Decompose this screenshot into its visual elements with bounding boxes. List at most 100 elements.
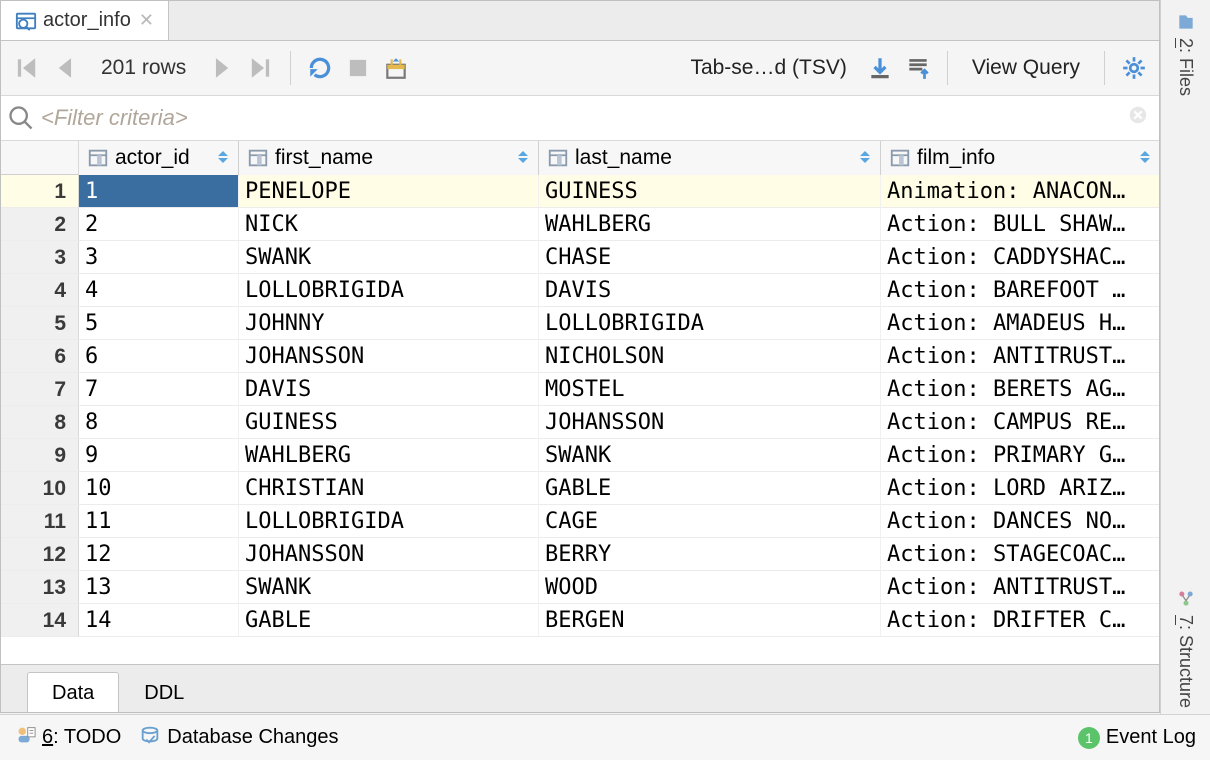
cell-first-name[interactable]: GABLE <box>239 604 539 637</box>
cell-first-name[interactable]: PENELOPE <box>239 175 539 208</box>
cell-first-name[interactable]: JOHANSSON <box>239 538 539 571</box>
cell-film-info[interactable]: Action: CAMPUS RE… <box>881 406 1159 439</box>
cell-last-name[interactable]: CAGE <box>539 505 881 538</box>
clear-filter-icon[interactable] <box>1127 104 1149 132</box>
tool-window-files[interactable]: 2: Files <box>1171 6 1200 102</box>
table-row[interactable]: 11PENELOPEGUINESSAnimation: ANACON… <box>1 175 1159 208</box>
first-page-button[interactable] <box>9 51 43 85</box>
prev-page-button[interactable] <box>47 51 81 85</box>
cell-last-name[interactable]: DAVIS <box>539 274 881 307</box>
cell-actor-id[interactable]: 1 <box>79 175 239 208</box>
sort-toggle-icon[interactable] <box>216 151 230 165</box>
cell-first-name[interactable]: SWANK <box>239 571 539 604</box>
cell-actor-id[interactable]: 11 <box>79 505 239 538</box>
row-number[interactable]: 14 <box>1 604 79 637</box>
row-number[interactable]: 12 <box>1 538 79 571</box>
cell-first-name[interactable]: JOHNNY <box>239 307 539 340</box>
cell-actor-id[interactable]: 13 <box>79 571 239 604</box>
cell-actor-id[interactable]: 4 <box>79 274 239 307</box>
refresh-button[interactable] <box>303 51 337 85</box>
row-number[interactable]: 10 <box>1 472 79 505</box>
cell-last-name[interactable]: CHASE <box>539 241 881 274</box>
column-header-first-name[interactable]: first_name <box>239 141 539 175</box>
view-query-button[interactable]: View Query <box>960 56 1092 80</box>
cell-first-name[interactable]: LOLLOBRIGIDA <box>239 505 539 538</box>
cell-film-info[interactable]: Action: BAREFOOT … <box>881 274 1159 307</box>
cell-last-name[interactable]: MOSTEL <box>539 373 881 406</box>
table-row[interactable]: 55JOHNNYLOLLOBRIGIDAAction: AMADEUS H… <box>1 307 1159 340</box>
cell-first-name[interactable]: LOLLOBRIGIDA <box>239 274 539 307</box>
sort-toggle-icon[interactable] <box>858 151 872 165</box>
settings-button[interactable] <box>1117 51 1151 85</box>
editor-tab-actor-info[interactable]: actor_info ✕ <box>1 1 169 40</box>
bottom-tab-data[interactable]: Data <box>27 672 119 712</box>
cell-actor-id[interactable]: 10 <box>79 472 239 505</box>
cell-film-info[interactable]: Action: CADDYSHAC… <box>881 241 1159 274</box>
row-number[interactable]: 8 <box>1 406 79 439</box>
row-number[interactable]: 2 <box>1 208 79 241</box>
cell-film-info[interactable]: Action: STAGECOAC… <box>881 538 1159 571</box>
cell-first-name[interactable]: JOHANSSON <box>239 340 539 373</box>
result-grid[interactable]: actor_id first_name last_name film_info … <box>1 141 1159 664</box>
cell-film-info[interactable]: Action: PRIMARY G… <box>881 439 1159 472</box>
table-row[interactable]: 77DAVISMOSTELAction: BERETS AG… <box>1 373 1159 406</box>
cell-first-name[interactable]: DAVIS <box>239 373 539 406</box>
row-number[interactable]: 4 <box>1 274 79 307</box>
table-row[interactable]: 1212JOHANSSONBERRYAction: STAGECOAC… <box>1 538 1159 571</box>
column-header-last-name[interactable]: last_name <box>539 141 881 175</box>
export-format-selector[interactable]: Tab-se…d (TSV) <box>678 56 858 80</box>
cell-last-name[interactable]: BERRY <box>539 538 881 571</box>
cell-actor-id[interactable]: 8 <box>79 406 239 439</box>
cell-first-name[interactable]: WAHLBERG <box>239 439 539 472</box>
table-row[interactable]: 66JOHANSSONNICHOLSONAction: ANTITRUST… <box>1 340 1159 373</box>
cell-last-name[interactable]: GABLE <box>539 472 881 505</box>
cell-film-info[interactable]: Action: DRIFTER C… <box>881 604 1159 637</box>
cell-last-name[interactable]: NICHOLSON <box>539 340 881 373</box>
cell-actor-id[interactable]: 12 <box>79 538 239 571</box>
cell-film-info[interactable]: Action: LORD ARIZ… <box>881 472 1159 505</box>
tool-window-structure[interactable]: 7: Structure <box>1171 583 1200 714</box>
cell-last-name[interactable]: WOOD <box>539 571 881 604</box>
cell-actor-id[interactable]: 5 <box>79 307 239 340</box>
cell-actor-id[interactable]: 3 <box>79 241 239 274</box>
row-number-header[interactable] <box>1 141 79 175</box>
cell-first-name[interactable]: CHRISTIAN <box>239 472 539 505</box>
table-row[interactable]: 1111LOLLOBRIGIDACAGEAction: DANCES NO… <box>1 505 1159 538</box>
row-number[interactable]: 1 <box>1 175 79 208</box>
status-todo[interactable]: 6: TODO <box>14 724 121 752</box>
cell-actor-id[interactable]: 7 <box>79 373 239 406</box>
cell-actor-id[interactable]: 6 <box>79 340 239 373</box>
status-event-log[interactable]: 1 Event Log <box>1078 726 1196 749</box>
cell-actor-id[interactable]: 14 <box>79 604 239 637</box>
filter-input[interactable] <box>41 105 1127 131</box>
cell-last-name[interactable]: SWANK <box>539 439 881 472</box>
table-row[interactable]: 22NICKWAHLBERGAction: BULL SHAW… <box>1 208 1159 241</box>
cell-film-info[interactable]: Animation: ANACON… <box>881 175 1159 208</box>
table-row[interactable]: 33SWANKCHASEAction: CADDYSHAC… <box>1 241 1159 274</box>
cell-first-name[interactable]: NICK <box>239 208 539 241</box>
row-number[interactable]: 7 <box>1 373 79 406</box>
cell-film-info[interactable]: Action: ANTITRUST… <box>881 571 1159 604</box>
cell-last-name[interactable]: LOLLOBRIGIDA <box>539 307 881 340</box>
sort-toggle-icon[interactable] <box>1138 151 1152 165</box>
cell-actor-id[interactable]: 2 <box>79 208 239 241</box>
cell-first-name[interactable]: GUINESS <box>239 406 539 439</box>
cell-actor-id[interactable]: 9 <box>79 439 239 472</box>
cell-film-info[interactable]: Action: DANCES NO… <box>881 505 1159 538</box>
cell-film-info[interactable]: Action: BERETS AG… <box>881 373 1159 406</box>
last-page-button[interactable] <box>244 51 278 85</box>
table-row[interactable]: 1010CHRISTIANGABLEAction: LORD ARIZ… <box>1 472 1159 505</box>
cell-last-name[interactable]: JOHANSSON <box>539 406 881 439</box>
table-row[interactable]: 44LOLLOBRIGIDADAVISAction: BAREFOOT … <box>1 274 1159 307</box>
grid-body[interactable]: 11PENELOPEGUINESSAnimation: ANACON…22NIC… <box>1 175 1159 664</box>
cell-last-name[interactable]: GUINESS <box>539 175 881 208</box>
cell-last-name[interactable]: WAHLBERG <box>539 208 881 241</box>
column-header-film-info[interactable]: film_info <box>881 141 1159 175</box>
row-number[interactable]: 3 <box>1 241 79 274</box>
column-header-actor-id[interactable]: actor_id <box>79 141 239 175</box>
row-number[interactable]: 6 <box>1 340 79 373</box>
view-ddl-button[interactable] <box>379 51 413 85</box>
cell-last-name[interactable]: BERGEN <box>539 604 881 637</box>
upload-button[interactable] <box>901 51 935 85</box>
table-row[interactable]: 1414GABLEBERGENAction: DRIFTER C… <box>1 604 1159 637</box>
